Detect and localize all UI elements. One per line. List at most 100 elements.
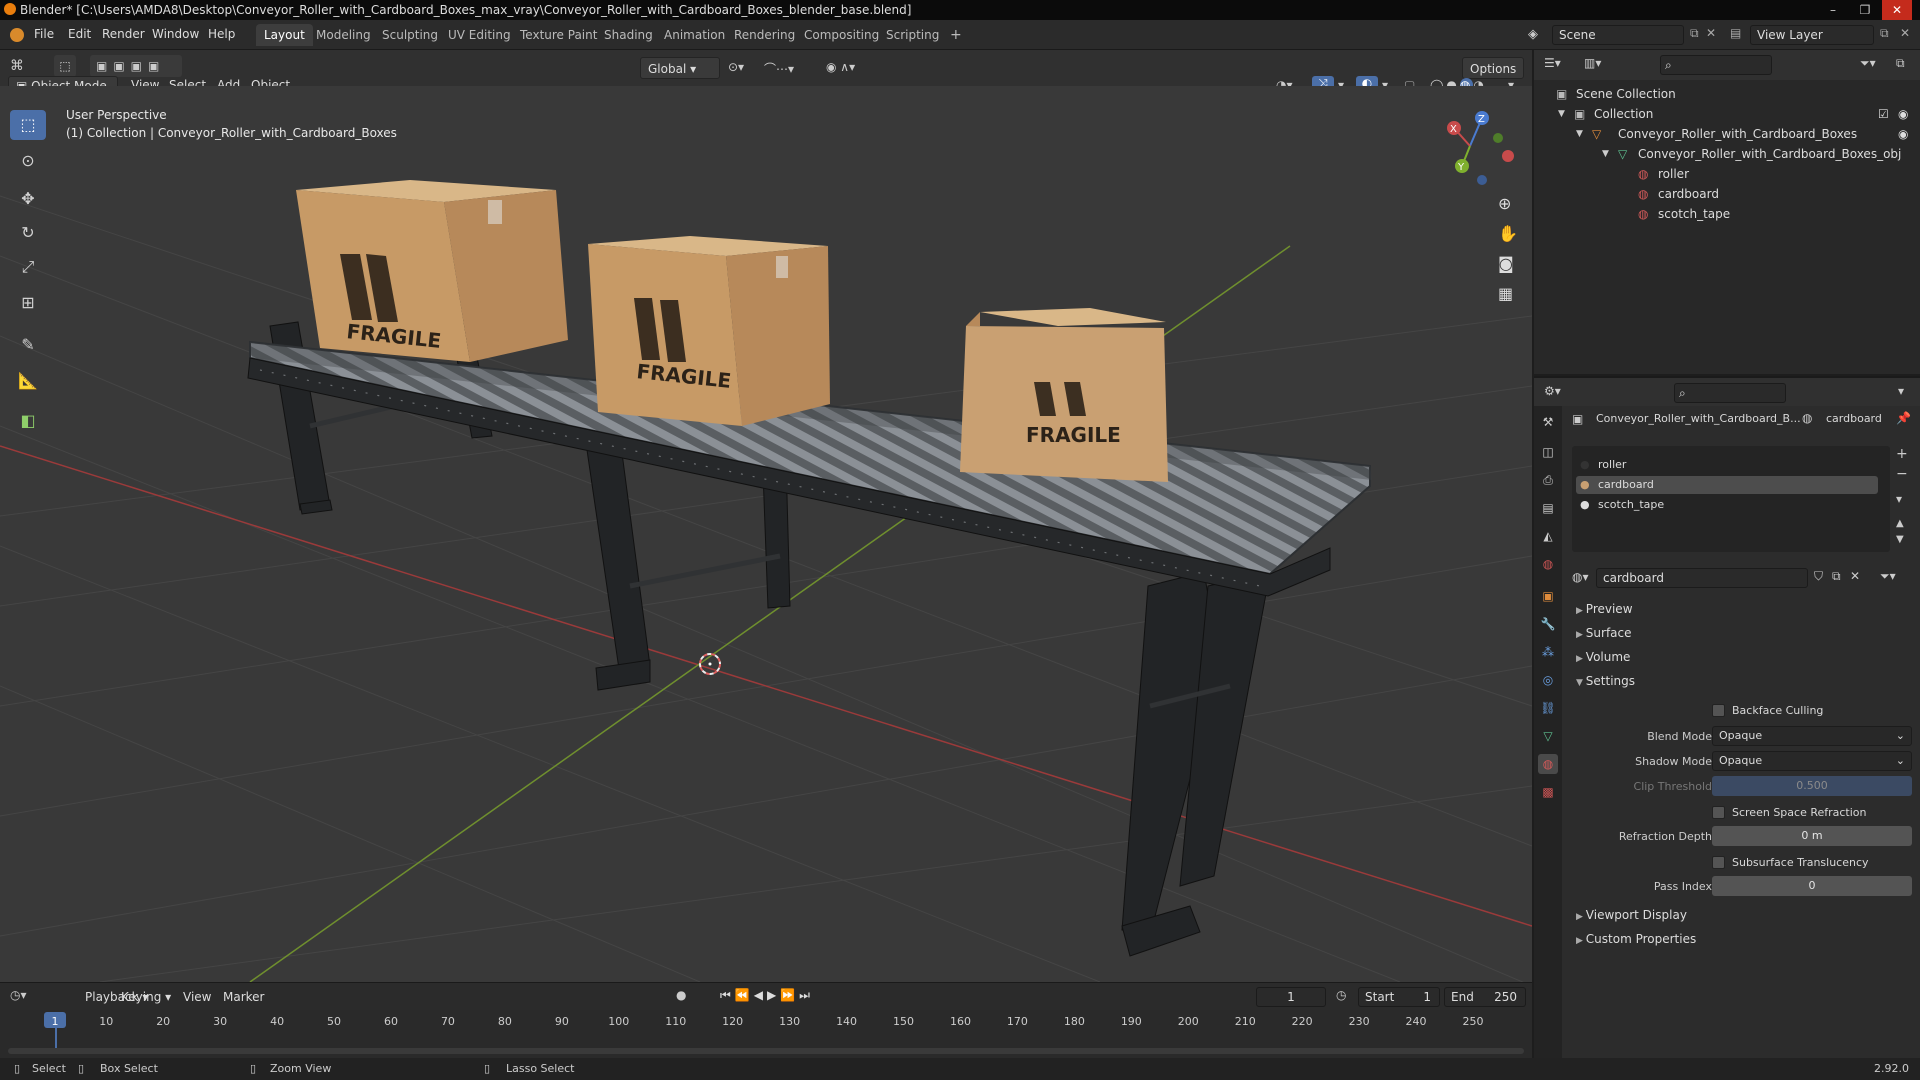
constraints-tab-icon[interactable]: ⛓	[1538, 698, 1558, 718]
slot-specials-icon[interactable]: ▾	[1896, 492, 1902, 506]
clip-threshold-slider[interactable]: 0.500	[1712, 776, 1912, 796]
pan-hand-icon[interactable]: ✋	[1498, 224, 1518, 243]
shadow-mode-dropdown[interactable]: Opaque ⌄	[1712, 751, 1912, 771]
current-frame-field[interactable]: 1	[1256, 987, 1326, 1007]
cursor-tool-icon[interactable]: ⊙	[10, 146, 46, 176]
blender-menu-icon[interactable]	[10, 28, 24, 42]
tab-scripting[interactable]: Scripting	[878, 24, 947, 46]
timeline-editor-icon[interactable]: ◷▾	[10, 988, 27, 1002]
object-tab-icon[interactable]: ▣	[1538, 586, 1558, 606]
menu-help[interactable]: Help	[208, 27, 235, 41]
blend-mode-dropdown[interactable]: Opaque ⌄	[1712, 726, 1912, 746]
display-mode-icon[interactable]: ▥▾	[1584, 56, 1601, 70]
measure-tool-icon[interactable]: 📐	[10, 366, 46, 396]
transform-tool-icon[interactable]: ⊞	[10, 288, 46, 318]
collection-expand-icon[interactable]: ▼	[1558, 104, 1565, 124]
pivot-point-icon[interactable]: ⊙▾	[728, 60, 744, 74]
panel-viewport-display[interactable]: ▶ Viewport Display	[1576, 908, 1687, 922]
mesh-expand-icon[interactable]: ▼	[1602, 144, 1609, 164]
panel-surface[interactable]: ▶ Surface	[1576, 626, 1632, 640]
remove-view-layer-icon[interactable]: ✕	[1900, 26, 1910, 40]
timeline-scrollbar[interactable]	[8, 1048, 1524, 1054]
tab-layout[interactable]: Layout	[256, 24, 313, 46]
render-tab-icon[interactable]: ◫	[1538, 442, 1558, 462]
move-tool-icon[interactable]: ✥	[10, 184, 46, 214]
panel-settings[interactable]: ▼ Settings	[1576, 674, 1635, 688]
rotate-tool-icon[interactable]: ↻	[10, 218, 46, 248]
select-tool-icon[interactable]: ⬚	[54, 55, 76, 77]
collection-checkbox-icon[interactable]: ☑	[1878, 104, 1889, 124]
preview-range-icon[interactable]: ◷	[1336, 988, 1346, 1002]
material-slot-cardboard[interactable]: ● cardboard	[1576, 476, 1878, 494]
tab-rendering[interactable]: Rendering	[726, 24, 803, 46]
proportional-edit-icon[interactable]: ◉ ∧▾	[826, 60, 855, 74]
scene-tab-icon[interactable]: ◭	[1538, 526, 1558, 546]
tab-animation[interactable]: Animation	[656, 24, 733, 46]
backface-culling-checkbox[interactable]	[1712, 704, 1725, 717]
pass-index-field[interactable]: 0	[1712, 876, 1912, 896]
tab-uv-editing[interactable]: UV Editing	[440, 24, 519, 46]
camera-view-icon[interactable]: ◙	[1498, 254, 1514, 273]
perspective-toggle-icon[interactable]: ▦	[1498, 284, 1513, 303]
physics-tab-icon[interactable]: ◎	[1538, 670, 1558, 690]
outliner-editor-icon[interactable]: ☰▾	[1544, 56, 1561, 70]
duplicate-material-icon[interactable]: ⧉	[1832, 569, 1841, 584]
material-slot-scotch-tape[interactable]: ● scotch_tape	[1576, 496, 1878, 514]
ssr-checkbox[interactable]	[1712, 806, 1725, 819]
tab-compositing[interactable]: Compositing	[796, 24, 887, 46]
timeline-view-menu[interactable]: View	[176, 986, 218, 1008]
world-tab-icon[interactable]: ◍	[1538, 554, 1558, 574]
material-tab-icon[interactable]: ◍	[1538, 754, 1558, 774]
marker-menu[interactable]: Marker	[216, 986, 271, 1008]
new-scene-icon[interactable]: ⧉	[1690, 26, 1699, 41]
keying-menu[interactable]: Keying ▾	[114, 986, 178, 1008]
properties-editor-icon[interactable]: ⚙▾	[1544, 384, 1561, 398]
add-slot-icon[interactable]: +	[1896, 446, 1908, 462]
pin-icon[interactable]: 📌	[1896, 411, 1911, 425]
menu-window[interactable]: Window	[152, 27, 199, 41]
end-frame-field[interactable]: End 250	[1444, 987, 1526, 1007]
scale-tool-icon[interactable]: ⤢	[10, 252, 46, 282]
snap-icon[interactable]: ⌒⋯▾	[764, 60, 794, 77]
object-visibility-icon[interactable]: ◉	[1898, 124, 1908, 144]
unlink-material-icon[interactable]: ✕	[1850, 569, 1860, 583]
tab-shading[interactable]: Shading	[596, 24, 661, 46]
view-layer-field[interactable]: View Layer	[1750, 25, 1874, 45]
outliner-row-scene-collection[interactable]: ▣ Scene Collection	[1534, 84, 1920, 104]
tab-modeling[interactable]: Modeling	[308, 24, 379, 46]
material-name-field[interactable]: cardboard	[1596, 568, 1808, 588]
3d-viewport[interactable]: FRAGILE FRAGILE FRAGILE Z X Y User Persp…	[0, 86, 1532, 982]
editor-type-icon[interactable]: ⌘	[10, 58, 24, 74]
menu-file[interactable]: File	[34, 27, 54, 41]
playback-controls-icons[interactable]: ⏮⏪◀▶⏩⏭	[720, 988, 814, 1003]
move-slot-up-icon[interactable]: ▲	[1896, 518, 1904, 529]
menu-render[interactable]: Render	[102, 27, 145, 41]
remove-scene-icon[interactable]: ✕	[1706, 26, 1716, 40]
tab-texture-paint[interactable]: Texture Paint	[512, 24, 605, 46]
object-expand-icon[interactable]: ▼	[1576, 124, 1583, 144]
panel-preview[interactable]: ▶ Preview	[1576, 602, 1633, 616]
panel-custom-properties[interactable]: ▶ Custom Properties	[1576, 932, 1696, 946]
link-dropdown-icon[interactable]: ⏷▾	[1880, 569, 1896, 584]
outliner-search-input[interactable]: ⌕	[1660, 55, 1772, 75]
filter-icon[interactable]: ⏷▾	[1860, 56, 1876, 71]
view-layer-tab-icon[interactable]: ▤	[1538, 498, 1558, 518]
data-tab-icon[interactable]: ▽	[1538, 726, 1558, 746]
annotate-tool-icon[interactable]: ✎	[10, 330, 46, 360]
record-icon[interactable]: ●	[676, 988, 686, 1002]
output-tab-icon[interactable]: ⎙	[1538, 470, 1558, 490]
tool-tab-icon[interactable]: ⚒	[1538, 412, 1558, 432]
panel-volume[interactable]: ▶ Volume	[1576, 650, 1630, 664]
add-workspace-button[interactable]: +	[942, 24, 970, 46]
start-frame-field[interactable]: Start 1	[1358, 987, 1440, 1007]
outliner-row-material-cardboard[interactable]: ◍ cardboard	[1534, 184, 1920, 204]
new-collection-icon[interactable]: ⧉	[1896, 56, 1905, 71]
new-view-layer-icon[interactable]: ⧉	[1880, 26, 1889, 41]
particles-tab-icon[interactable]: ⁂	[1538, 642, 1558, 662]
sss-checkbox[interactable]	[1712, 856, 1725, 869]
close-button[interactable]: ✕	[1882, 0, 1912, 20]
menu-edit[interactable]: Edit	[68, 27, 91, 41]
outliner-row-mesh[interactable]: ▼ ▽ Conveyor_Roller_with_Cardboard_Boxes…	[1534, 144, 1920, 164]
add-cube-tool-icon[interactable]: ◧	[10, 406, 46, 436]
outliner-row-object[interactable]: ▼ ▽ Conveyor_Roller_with_Cardboard_Boxes…	[1534, 124, 1920, 144]
